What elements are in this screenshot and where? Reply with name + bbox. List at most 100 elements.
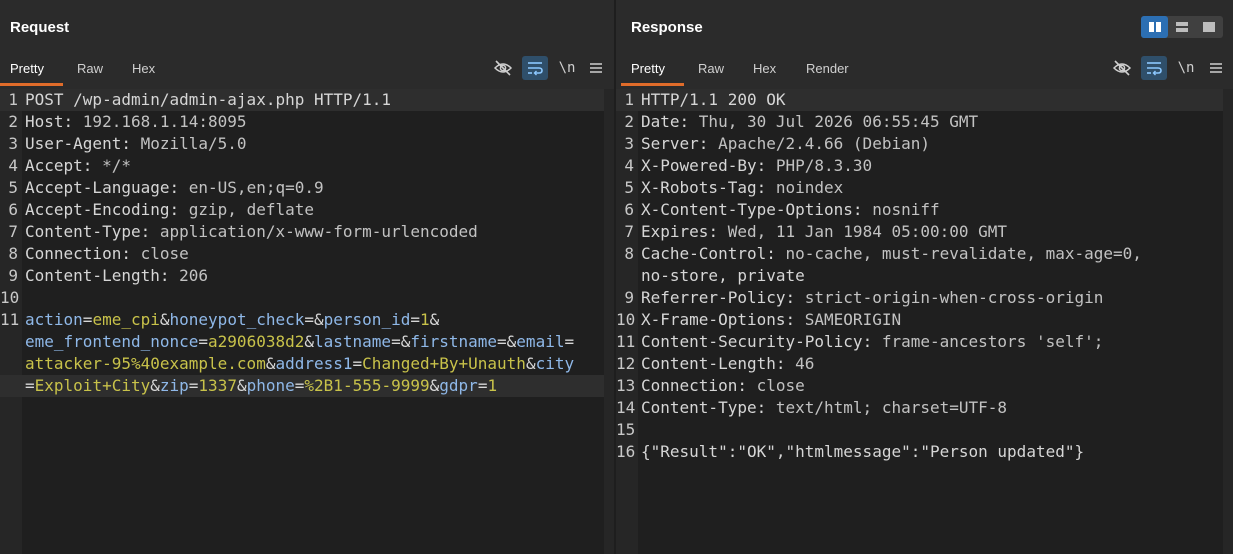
menu-icon[interactable] [1203, 56, 1229, 80]
header-name: Content-Type [25, 222, 141, 241]
line-content: {"Result":"OK","htmlmessage":"Person upd… [636, 441, 1084, 463]
header-separator: : [169, 178, 189, 197]
code-line: 11 Content-Security-Policy: frame-ancesto… [616, 331, 1223, 353]
param-value: attacker-95%40example.com [25, 354, 266, 373]
code-line: 12 Content-Length: 46 [616, 353, 1223, 375]
layout-toggle [1141, 16, 1223, 38]
header-separator: : [785, 288, 805, 307]
hide-eye-icon[interactable] [1109, 56, 1135, 80]
header-separator: : [121, 244, 141, 263]
header-name: X-Robots-Tag [641, 178, 757, 197]
newline-icon[interactable]: \n [554, 56, 580, 80]
header-separator: : [169, 200, 189, 219]
hide-eye-icon[interactable] [490, 56, 516, 80]
line-text: POST /wp-admin/admin-ajax.php HTTP/1.1 [25, 90, 392, 109]
header-name: Date [641, 112, 680, 131]
request-tab-pretty[interactable]: Pretty [10, 61, 44, 76]
line-number: 5 [8, 178, 18, 197]
line-content: X-Robots-Tag: noindex [636, 177, 843, 199]
response-scrollbar[interactable] [1223, 89, 1233, 554]
header-value: close [756, 376, 805, 395]
line-number: 1 [624, 90, 634, 109]
split-vertical-icon[interactable] [1141, 16, 1169, 38]
line-text: {"Result":"OK","htmlmessage":"Person upd… [641, 442, 1085, 461]
line-content: Referrer-Policy: strict-origin-when-cros… [636, 287, 1103, 309]
code-line: 8 Cache-Control: no-cache, must-revalidat… [616, 243, 1223, 265]
param-separator: = [352, 354, 363, 373]
line-content: User-Agent: Mozilla/5.0 [20, 133, 247, 155]
code-line: 16 {"Result":"OK","htmlmessage":"Person u… [616, 441, 1223, 463]
header-name: Connection [641, 376, 738, 395]
param-separator: & [159, 310, 170, 329]
single-pane-icon[interactable] [1196, 16, 1223, 38]
request-scrollbar[interactable] [604, 89, 614, 554]
code-line: 3 Server: Apache/2.4.66 (Debian) [616, 133, 1223, 155]
line-number: 10 [616, 310, 636, 329]
code-line: 15 [616, 419, 1223, 441]
request-tab-raw[interactable]: Raw [77, 61, 103, 76]
request-editor[interactable]: 1 POST /wp-admin/admin-ajax.php HTTP/1.1 2… [0, 89, 614, 554]
param-separator: = [198, 332, 209, 351]
header-separator: : [159, 266, 180, 285]
header-separator: : [737, 376, 757, 395]
body-line: 11 action=eme_cpi&honeypot_check=&person_… [0, 309, 604, 331]
request-tab-hex[interactable]: Hex [132, 61, 155, 76]
line-number: 11 [616, 332, 636, 351]
header-value: 206 [179, 266, 209, 285]
param-name: address1 [275, 354, 353, 373]
param-value: 1 [419, 310, 430, 329]
line-number [0, 331, 20, 353]
header-separator: : [775, 354, 796, 373]
param-separator: =& [391, 332, 411, 351]
menu-icon[interactable] [583, 56, 609, 80]
line-text: no-store, private [641, 266, 805, 285]
code-line: 6 Accept-Encoding: gzip, deflate [0, 199, 604, 221]
param-separator: = [410, 310, 420, 329]
body-line: eme_frontend_nonce=a2906038d2&lastname=&… [0, 331, 604, 353]
code-line: 3 User-Agent: Mozilla/5.0 [0, 133, 604, 155]
line-number: 5 [624, 178, 634, 197]
line-content: X-Frame-Options: SAMEORIGIN [636, 309, 901, 331]
wrap-lines-icon[interactable] [522, 56, 548, 80]
line-number: 13 [616, 376, 636, 395]
header-value: en-US,en;q=0.9 [188, 178, 324, 197]
response-tab-raw[interactable]: Raw [698, 61, 724, 76]
request-code[interactable]: 1 POST /wp-admin/admin-ajax.php HTTP/1.1 2… [0, 89, 604, 397]
header-separator: : [766, 244, 786, 263]
line-number: 3 [624, 134, 634, 153]
wrap-lines-icon[interactable] [1141, 56, 1167, 80]
header-value: Mozilla/5.0 [140, 134, 247, 153]
line-number: 4 [624, 156, 634, 175]
response-editor[interactable]: 1 HTTP/1.1 200 OK 2 Date: Thu, 30 Jul 2026 … [616, 89, 1233, 554]
header-value: */* [102, 156, 131, 175]
param-name: gdpr [439, 376, 478, 395]
split-horizontal-icon[interactable] [1168, 16, 1195, 38]
code-line: 13 Connection: close [616, 375, 1223, 397]
header-value: Wed, 11 Jan 1984 05:00:00 GMT [727, 222, 1008, 241]
line-number: 8 [8, 244, 18, 263]
response-tab-hex[interactable]: Hex [753, 61, 776, 76]
line-content: Content-Length: 206 [20, 265, 208, 287]
header-value: text/html; charset=UTF-8 [775, 398, 1008, 417]
response-code[interactable]: 1 HTTP/1.1 200 OK 2 Date: Thu, 30 Jul 2026 … [616, 89, 1223, 463]
param-separator: & [150, 376, 160, 395]
header-separator: : [121, 134, 141, 153]
body-content: attacker-95%40example.com & address1=Chang… [20, 353, 574, 375]
header-value: close [140, 244, 189, 263]
line-number [0, 375, 20, 397]
response-tab-pretty[interactable]: Pretty [631, 61, 665, 76]
header-name: Cache-Control [641, 244, 767, 263]
line-number: 6 [624, 200, 634, 219]
line-content: Content-Length: 46 [636, 353, 814, 375]
header-value: nosniff [872, 200, 940, 219]
code-line: 4 X-Powered-By: PHP/8.3.30 [616, 155, 1223, 177]
param-name: eme_frontend_nonce [25, 332, 199, 351]
line-content: Connection: close [20, 243, 189, 265]
code-line: 9 Content-Length: 206 [0, 265, 604, 287]
line-number [0, 353, 20, 375]
param-name: zip [159, 376, 189, 395]
response-tab-render[interactable]: Render [806, 61, 849, 76]
newline-icon[interactable]: \n [1173, 56, 1199, 80]
header-name: Content-Length [641, 354, 776, 373]
code-line: 1 HTTP/1.1 200 OK [616, 89, 1223, 111]
